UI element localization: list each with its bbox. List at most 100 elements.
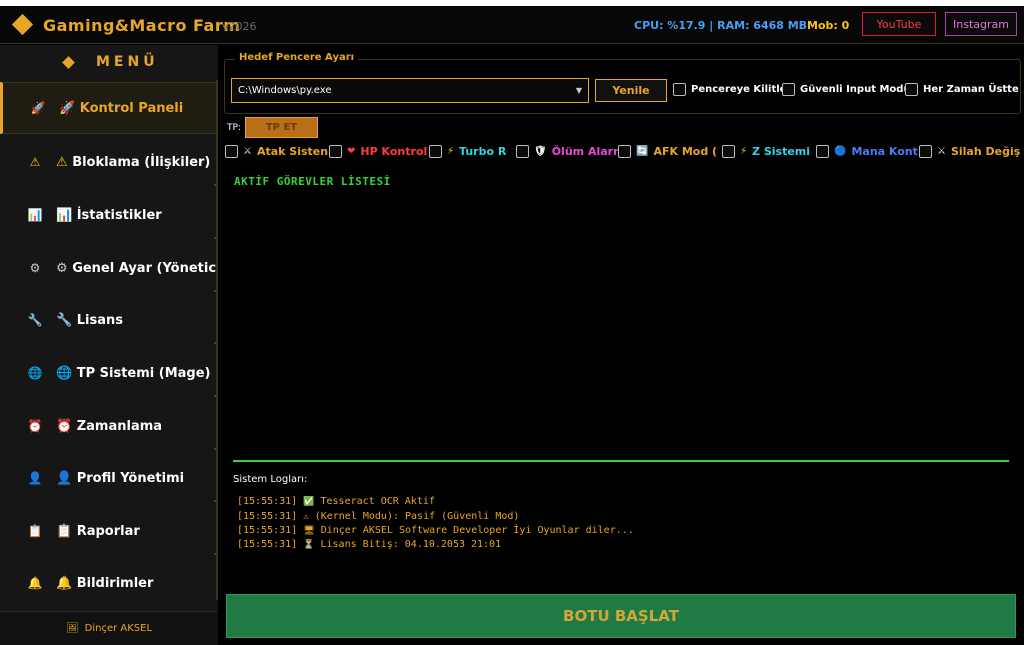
option-safe-input[interactable]: Güvenli Input Modu [782,83,911,96]
log-separator [233,460,1009,462]
log-text: Lisans Bitiş: 04.10.2053 21:01 [320,539,502,550]
feature-mana-kontrol[interactable]: 🔵 Mana Kont [816,145,918,158]
bell-icon: 🔔 [27,576,43,590]
feature-label: AFK Mod ( [653,145,718,158]
log-text: Tesseract OCR Aktif [320,496,435,507]
sidebar-item-text: Kontrol Paneli [79,100,184,116]
target-path-select[interactable]: C:\Windows\py.exe ▼ [231,78,589,103]
sidebar-item-label: 🔧 Lisans [56,313,123,328]
lightning-icon: ⚡ [447,146,455,157]
start-bot-button[interactable]: BOTU BAŞLAT [226,594,1016,638]
feature-afk-mod[interactable]: 🔄 AFK Mod ( [618,145,717,158]
sidebar-item-bloklama[interactable]: ⚠ ⚠ Bloklama (İlişkiler) [0,136,218,188]
sidebar-item-label: 📋 Raporlar [56,524,140,539]
sidebar-item-label: 🚀 Kontrol Paneli [59,101,183,116]
log-entry: [15:55:31] ✅ Tesseract OCR Aktif [237,496,435,507]
feature-checkbox[interactable] [516,145,529,158]
settings-legend: Hedef Pencere Ayarı [235,52,359,63]
sidebar-item-label: ⚠ Bloklama (İlişkiler) [56,155,210,170]
menu-header: MENÜ [0,45,218,81]
menu-title: MENÜ [96,54,159,70]
log-time: [15:55:31] [237,525,298,536]
feature-olum-alarmi[interactable]: 🛡 Ölüm Alarn [516,145,621,158]
log-entry: [15:55:31] ⏳ Lisans Bitiş: 04.10.2053 21… [237,539,501,550]
app-version: v2026 [222,20,257,33]
feature-label: Mana Kont [851,145,918,158]
option-lock-window[interactable]: Pencereye Kilitle [673,83,786,96]
feature-turbo-r[interactable]: ⚡ Turbo R [429,145,506,158]
chart-icon: 📊 [27,208,43,222]
sidebar-item-zamanlama[interactable]: ⏰ ⏰ Zamanlama [0,400,218,452]
option-always-on-top[interactable]: Her Zaman Üstte [905,83,1019,96]
feature-checkbox[interactable] [618,145,631,158]
log-entry: [15:55:31] 🖥 Dinçer AKSEL Software Devel… [237,525,634,536]
swords-icon: ⚔ [243,146,252,157]
log-text: Dinçer AKSEL Software Developer İyi Oyun… [320,525,634,536]
sidebar-item-bildirimler[interactable]: 🔔 🔔 Bildirimler [0,557,218,609]
cpu-ram-readout: CPU: %17.9 | RAM: 6468 MB [634,19,808,32]
main-panel: Hedef Pencere Ayarı C:\Windows\py.exe ▼ … [218,45,1024,645]
sidebar-item-profil-yonetimi[interactable]: 👤 👤 Profil Yönetimi [0,452,218,504]
youtube-button[interactable]: YouTube [862,12,936,36]
feature-checkbox[interactable] [816,145,829,158]
feature-label: Silah Değiş [950,145,1021,158]
sidebar-item-label: 📊 İstatistikler [56,208,162,223]
sidebar-item-text: TP Sistemi (Mage) [76,365,211,381]
lock-window-checkbox[interactable] [673,83,686,96]
author-name: Dinçer AKSEL [84,623,153,634]
picture-icon: 🖼 [65,623,79,634]
rocket-icon: 🚀 [59,100,76,116]
tp-label: TP: [227,123,241,133]
monitor-icon: 🖥 [303,526,315,536]
feature-checkbox[interactable] [722,145,735,158]
gear-icon: ⚙ [29,261,41,275]
always-on-top-checkbox[interactable] [905,83,918,96]
chart-icon: 📊 [56,207,73,223]
warning-icon: ⚠ [303,512,309,522]
feature-toggles: ⚔ Atak Sisten ❤ HP Kontrol ⚡ Turbo R 🛡 Ö… [225,145,1024,161]
user-icon: 👤 [27,471,43,485]
check-icon: ✅ [303,497,315,507]
swords-icon: ⚔ [937,146,946,157]
sidebar-item-genel-ayar[interactable]: ⚙ ⚙ Genel Ayar (Yönetici) [0,242,226,294]
feature-silah-degis[interactable]: ⚔ Silah Değiş [919,145,1020,158]
sidebar-item-kontrol-paneli[interactable]: 🚀 🚀 Kontrol Paneli [0,82,218,134]
sidebar-item-label: 👤 Profil Yönetimi [56,471,184,486]
safe-input-checkbox[interactable] [782,83,795,96]
feature-atak-sistemi[interactable]: ⚔ Atak Sisten [225,145,328,158]
sidebar-item-tp-sistemi[interactable]: 🌐 🌐 TP Sistemi (Mage) [0,347,218,399]
feature-label: HP Kontrol [360,145,428,158]
refresh-button[interactable]: Yenile [595,79,667,102]
sidebar-item-raporlar[interactable]: 📋 📋 Raporlar [0,505,218,557]
sidebar-item-istatistikler[interactable]: 📊 📊 İstatistikler [0,189,218,241]
menu-diamond-icon [62,56,75,69]
warning-icon: ⚠ [29,155,41,169]
feature-checkbox[interactable] [225,145,238,158]
dropdown-arrow-icon: ▼ [575,86,582,95]
sidebar-item-label: ⏰ Zamanlama [56,419,162,434]
target-window-settings: Hedef Pencere Ayarı C:\Windows\py.exe ▼ … [224,52,1021,114]
sidebar-item-lisans[interactable]: 🔧 🔧 Lisans [0,294,218,346]
option-label: Her Zaman Üstte [923,84,1019,95]
feature-checkbox[interactable] [919,145,932,158]
feature-label: Turbo R [459,145,507,158]
tp-button[interactable]: TP ET [245,117,318,138]
feature-hp-kontrol[interactable]: ❤ HP Kontrol [329,145,427,158]
sidebar-item-text: Profil Yönetimi [76,470,185,486]
active-tasks-title: AKTİF GÖREVLER LİSTESİ [234,175,391,188]
log-time: [15:55:31] [237,539,298,550]
feature-z-sistemi[interactable]: ⚡ Z Sistemi [722,145,810,158]
sidebar-item-text: Genel Ayar (Yönetici) [72,260,227,276]
refresh-icon: 🔄 [636,146,649,157]
alarm-clock-icon: ⏰ [56,418,73,434]
feature-checkbox[interactable] [329,145,342,158]
instagram-button[interactable]: Instagram [945,12,1017,36]
logo-diamond-icon [11,13,34,36]
sidebar-item-text: Lisans [76,312,123,328]
feature-checkbox[interactable] [429,145,442,158]
log-time: [15:55:31] [237,496,298,507]
option-label: Pencereye Kilitle [691,84,787,95]
sidebar-item-label: 🌐 TP Sistemi (Mage) [56,366,210,381]
wrench-icon: 🔧 [27,313,43,327]
system-logs-title: Sistem Logları: [233,474,308,485]
